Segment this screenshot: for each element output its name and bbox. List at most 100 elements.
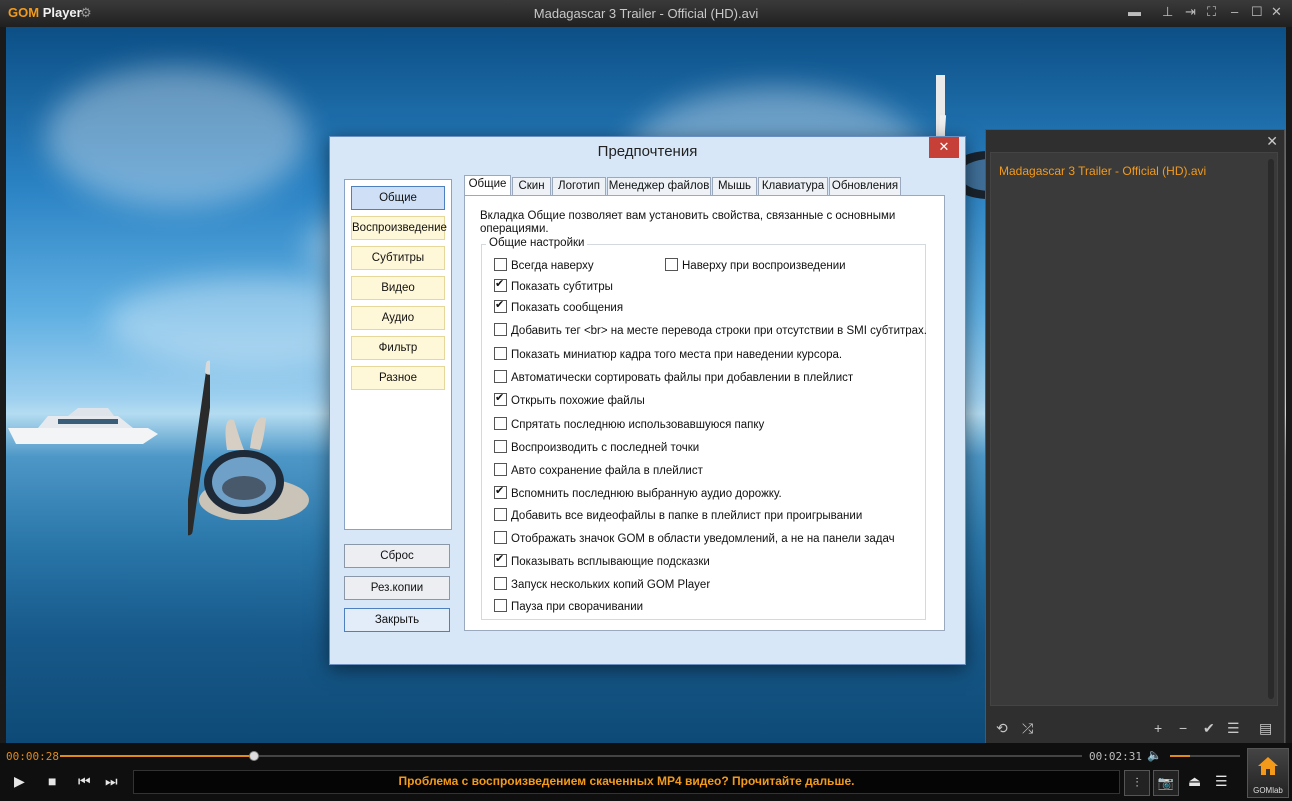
nav-misc[interactable]: Разное [351,366,445,390]
penguin-diver-image [199,417,309,520]
play-icon[interactable]: ▶ [14,773,25,790]
repeat-icon[interactable]: ⟲ [996,720,1008,737]
general-tab-pane: Вкладка Общие позволяет вам установить с… [464,195,945,631]
preferences-dialog: Предпочтения ✕ Общие Воспроизведение Суб… [329,136,966,665]
tab-general[interactable]: Общие [464,175,511,196]
close-icon[interactable]: ✕ [1271,4,1282,20]
mini-mode-icon[interactable]: ▬ [1128,4,1141,19]
snap-icon[interactable]: ⇥ [1185,4,1196,20]
option-always-on-top[interactable]: Всегда наверху [494,258,594,272]
reset-button[interactable]: Сброс [344,544,450,568]
dialog-title: Предпочтения [597,143,698,160]
news-ticker[interactable]: Проблема с воспроизведением скаченных MP… [133,770,1120,794]
menu-icon[interactable]: ☰ [1215,773,1228,790]
checkbox[interactable] [494,484,507,499]
checkbox[interactable] [494,463,507,476]
check-icon[interactable]: ✔ [1203,720,1215,737]
checkbox[interactable] [494,323,507,336]
nav-video[interactable]: Видео [351,276,445,300]
tab-mouse[interactable]: Мышь [712,177,757,196]
checkbox[interactable] [494,258,507,271]
group-title: Общие настройки [486,237,588,249]
seek-bar[interactable] [60,751,1082,761]
nav-general[interactable]: Общие [351,186,445,210]
checkbox[interactable] [494,508,507,521]
window-title: Madagascar 3 Trailer - Official (HD).avi [533,6,759,21]
option-resume-playback[interactable]: Воспроизводить с последней точки [494,440,699,454]
option-hide-last-folder[interactable]: Спрятать последнюю использовавшуюся папк… [494,417,764,431]
checkbox[interactable] [494,277,507,292]
list-icon[interactable]: ☰ [1227,720,1240,737]
close-button[interactable]: Закрыть [344,608,450,632]
eject-icon[interactable]: ⏏ [1188,773,1201,790]
volume-icon[interactable]: 🔈 [1147,748,1162,762]
tab-keyboard[interactable]: Клавиатура [758,177,828,196]
general-settings-group: Общие настройки Всегда наверху Наверху п… [481,237,927,620]
playlist-list: Madagascar 3 Trailer - Official (HD).avi [990,152,1278,706]
compact-mode-icon[interactable]: ⊥ [1162,4,1173,20]
option-tray-icon[interactable]: Отображать значок GOM в области уведомле… [494,531,895,545]
option-thumbnail-preview[interactable]: Показать миниатюр кадра того места при н… [494,347,842,361]
option-show-messages[interactable]: Показать сообщения [494,298,623,314]
previous-icon[interactable]: ⏮ [78,773,91,790]
playlist-panel: ✕ Madagascar 3 Trailer - Official (HD).a… [985,129,1285,744]
option-on-top-while-playing[interactable]: Наверху при воспроизведении [665,258,846,272]
nav-filter[interactable]: Фильтр [351,336,445,360]
tab-logo[interactable]: Логотип [552,177,606,196]
shuffle-icon[interactable]: ⤮ [1022,720,1033,737]
checkbox[interactable] [665,258,678,271]
next-icon[interactable]: ⏭ [105,773,118,790]
nav-subtitles[interactable]: Субтитры [351,246,445,270]
maximize-icon[interactable]: ☐ [1251,4,1263,20]
checkbox[interactable] [494,577,507,590]
checkbox[interactable] [494,370,507,383]
gomlab-label: GOMlab [1253,786,1283,795]
camera-icon[interactable]: 📷 [1153,770,1179,796]
option-remember-audio-track[interactable]: Вспомнить последнюю выбранную аудио доро… [494,484,782,500]
playlist-item[interactable]: Madagascar 3 Trailer - Official (HD).avi [999,164,1206,178]
option-show-subtitles[interactable]: Показать субтитры [494,277,613,293]
stop-icon[interactable]: ■ [48,773,56,789]
minimize-icon[interactable]: – [1231,4,1238,19]
checkbox[interactable] [494,531,507,544]
checkbox[interactable] [494,298,507,313]
checkbox[interactable] [494,599,507,612]
option-auto-sort-playlist[interactable]: Автоматически сортировать файлы при доба… [494,370,853,384]
checkbox[interactable] [494,391,507,406]
option-autosave-playlist[interactable]: Авто сохранение файла в плейлист [494,463,703,477]
option-show-tooltips[interactable]: Показывать всплывающие подсказки [494,552,710,568]
add-icon[interactable]: + [1154,720,1162,736]
playlist-close-icon[interactable]: ✕ [1266,133,1278,150]
playlist-scrollbar[interactable] [1268,159,1274,699]
tab-description: Вкладка Общие позволяет вам установить с… [480,210,896,235]
seek-handle[interactable] [249,751,260,761]
checkbox[interactable] [494,440,507,453]
current-time: 00:00:28 [6,750,59,763]
nav-playback[interactable]: Воспроизведение [351,216,447,240]
tab-file-manager[interactable]: Менеджер файлов [607,177,711,196]
checkbox[interactable] [494,552,507,567]
option-add-br-tag[interactable]: Добавить тег <br> на месте перевода стро… [494,323,927,337]
control-bar: 00:00:28 00:02:31 🔈 ▶ ■ ⏮ ⏭ Проблема с в… [0,743,1292,801]
title-bar: GOM Player ⚙ Madagascar 3 Trailer - Offi… [0,0,1292,27]
ticker-text[interactable]: Проблема с воспроизведением скаченных MP… [134,774,1119,788]
backup-button[interactable]: Рез.копии [344,576,450,600]
volume-slider[interactable] [1170,755,1240,757]
tab-updates[interactable]: Обновления [829,177,901,196]
dialog-close-button[interactable]: ✕ [929,137,959,158]
checkbox[interactable] [494,417,507,430]
playlist-menu-icon[interactable]: ▤ [1259,720,1272,737]
option-pause-on-minimize[interactable]: Пауза при сворачивании [494,599,643,613]
nav-audio[interactable]: Аудио [351,306,445,330]
gomlab-home-button[interactable]: GOMlab [1247,748,1289,798]
seek-progress [60,755,254,757]
option-add-folder-videos[interactable]: Добавить все видеофайлы в папке в плейли… [494,508,862,522]
remove-icon[interactable]: − [1179,720,1187,736]
option-multiple-instances[interactable]: Запуск нескольких копий GOM Player [494,577,710,591]
checkbox[interactable] [494,347,507,360]
equalizer-icon[interactable]: ⫶ [1124,770,1150,796]
option-open-similar-files[interactable]: Открыть похожие файлы [494,391,645,407]
tab-skin[interactable]: Скин [512,177,551,196]
fullscreen-icon[interactable]: ⛶ [1207,4,1216,20]
category-list: Общие Воспроизведение Субтитры Видео Ауд… [344,179,452,530]
